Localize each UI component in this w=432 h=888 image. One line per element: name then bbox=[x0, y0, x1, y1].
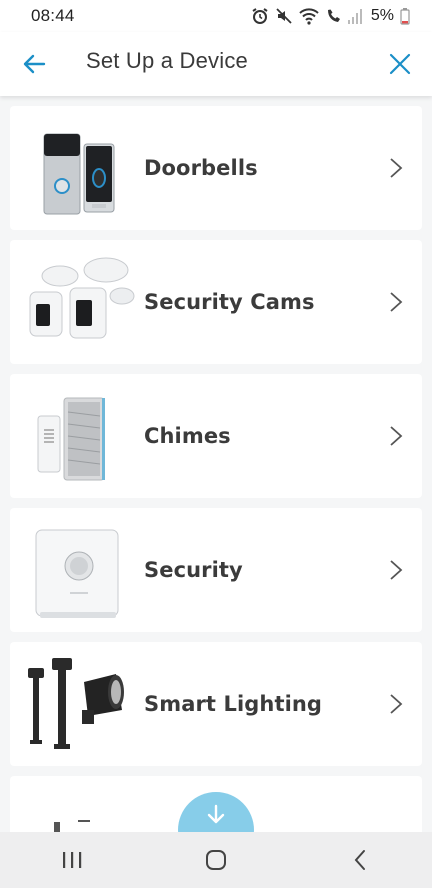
chevron-right-icon bbox=[390, 426, 403, 446]
status-time: 08:44 bbox=[31, 6, 75, 25]
arrow-down-icon bbox=[207, 804, 225, 824]
wifi-icon bbox=[299, 7, 319, 25]
wifi-calling-icon bbox=[325, 7, 341, 25]
device-label: Doorbells bbox=[144, 156, 258, 180]
close-button[interactable] bbox=[386, 50, 414, 78]
signal-icon bbox=[347, 7, 363, 25]
recents-button[interactable] bbox=[42, 840, 102, 880]
status-icons: 5% bbox=[251, 7, 410, 25]
device-label: Chimes bbox=[144, 424, 231, 448]
status-bar: 08:44 5% bbox=[0, 0, 432, 32]
device-label: Security Cams bbox=[144, 290, 315, 314]
chevron-right-icon bbox=[390, 560, 403, 580]
device-label: Smart Lighting bbox=[144, 692, 323, 716]
home-icon bbox=[206, 850, 226, 870]
back-icon bbox=[354, 850, 365, 870]
device-card-doorbells[interactable]: Doorbells bbox=[10, 106, 422, 230]
device-card-security-cams[interactable]: Security Cams bbox=[10, 240, 422, 364]
security-cam-product-image bbox=[26, 252, 136, 352]
mute-icon bbox=[275, 7, 293, 25]
smart-lighting-product-image bbox=[26, 654, 136, 754]
chevron-right-icon bbox=[390, 694, 403, 714]
doorbell-product-image bbox=[26, 118, 136, 218]
home-button[interactable] bbox=[186, 840, 246, 880]
back-button[interactable] bbox=[20, 50, 48, 78]
alarm-base-product-image bbox=[26, 520, 136, 620]
device-category-list[interactable]: Doorbells Security Cams Chimes Security … bbox=[0, 96, 432, 832]
system-nav-bar bbox=[0, 832, 432, 888]
battery-percent: 5% bbox=[370, 7, 394, 24]
chime-product-image bbox=[26, 386, 136, 486]
recents-icon bbox=[63, 852, 82, 868]
app-header: Set Up a Device bbox=[0, 32, 432, 96]
partial-product-image bbox=[34, 818, 104, 832]
battery-icon bbox=[400, 7, 410, 25]
device-card-smart-lighting[interactable]: Smart Lighting bbox=[10, 642, 422, 766]
chevron-right-icon bbox=[390, 292, 403, 312]
arrow-left-icon bbox=[23, 54, 46, 74]
close-icon bbox=[389, 53, 411, 75]
page-title: Set Up a Device bbox=[86, 48, 248, 73]
chevron-right-icon bbox=[390, 158, 403, 178]
alarm-icon bbox=[251, 7, 269, 25]
device-label: Security bbox=[144, 558, 243, 582]
device-card-security[interactable]: Security bbox=[10, 508, 422, 632]
device-card-chimes[interactable]: Chimes bbox=[10, 374, 422, 498]
system-back-button[interactable] bbox=[330, 840, 390, 880]
